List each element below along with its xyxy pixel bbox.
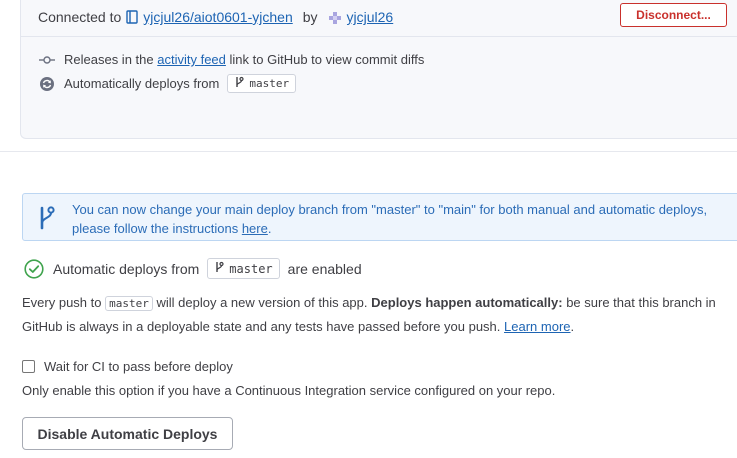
by-label: by [302, 9, 318, 25]
releases-suffix: link to GitHub to view commit diffs [229, 52, 425, 67]
auto-deploy-prefix: Automatically deploys from [64, 76, 220, 91]
desc-part1: Every push to [22, 295, 102, 310]
user-avatar-icon [328, 9, 342, 25]
wait-for-ci-checkbox[interactable] [22, 360, 35, 373]
activity-feed-link[interactable]: activity feed [157, 52, 226, 67]
branch-name: master [249, 77, 290, 90]
status-prefix: Automatic deploys from [53, 260, 200, 277]
ci-help-text: Only enable this option if you have a Co… [22, 383, 556, 398]
branch-badge: master [227, 74, 297, 93]
check-circle-icon [24, 258, 44, 279]
notice-end: . [267, 221, 272, 236]
deploy-description: Every push to master will deploy a new v… [22, 291, 737, 338]
notice-message: You can now change your main deploy bran… [72, 202, 708, 236]
connected-to-label: Connected to [38, 9, 122, 25]
notice-here-link[interactable]: here [242, 221, 268, 236]
ci-option-row: Wait for CI to pass before deploy [22, 359, 233, 374]
branch-rename-notice: You can now change your main deploy bran… [22, 193, 737, 241]
auto-deploy-info-row: Automatically deploys from master [38, 74, 297, 93]
notice-text: You can now change your main deploy bran… [72, 200, 722, 238]
status-suffix: are enabled [287, 260, 362, 277]
branch-icon [36, 205, 56, 234]
disconnect-button[interactable]: Disconnect... [620, 3, 727, 27]
learn-more-link[interactable]: Learn more [504, 319, 570, 334]
repo-icon [126, 9, 138, 26]
desc-end: . [570, 319, 575, 334]
branch-icon [234, 76, 244, 91]
github-connection-card: Connected to yjcjul26/aiot0601-yjchen by… [20, 0, 737, 139]
releases-row: Releases in the activity feed link to Gi… [38, 52, 424, 67]
branch-icon [214, 261, 224, 276]
wait-for-ci-label[interactable]: Wait for CI to pass before deploy [44, 359, 233, 374]
repo-link[interactable]: yjcjul26/aiot0601-yjchen [143, 9, 292, 25]
releases-prefix: Releases in the [64, 52, 154, 67]
desc-branch-code: master [105, 296, 153, 311]
status-branch-name: master [229, 261, 273, 276]
auto-deploy-status: Automatic deploys from master are enable… [24, 258, 362, 279]
desc-part2: will deploy a new version of this app. [156, 295, 368, 310]
desc-bold: Deploys happen automatically: [371, 295, 563, 310]
status-branch-badge: master [207, 258, 280, 279]
sync-icon [38, 76, 56, 92]
section-divider [0, 151, 737, 152]
user-link[interactable]: yjcjul26 [347, 9, 394, 25]
commit-icon [38, 55, 56, 65]
disable-automatic-deploys-button[interactable]: Disable Automatic Deploys [22, 417, 233, 450]
